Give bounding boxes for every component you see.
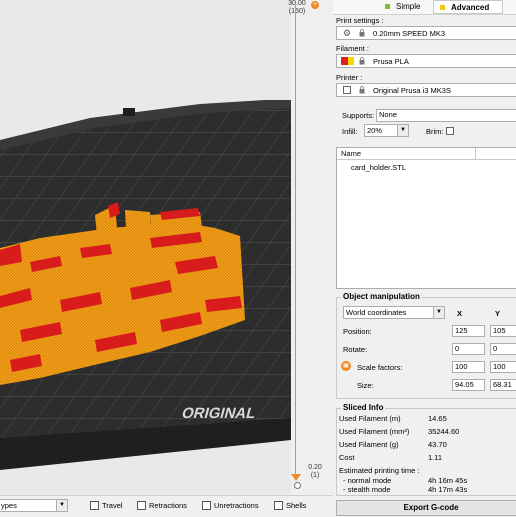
filament-g-value: 43.70 bbox=[428, 440, 447, 449]
size-y-input[interactable]: 68.31 bbox=[490, 379, 516, 391]
size-x-input[interactable]: 94.05 bbox=[452, 379, 485, 391]
retractions-checkbox[interactable] bbox=[137, 501, 146, 510]
retractions-label: Retractions bbox=[149, 501, 187, 510]
chevron-down-icon: ▼ bbox=[397, 125, 408, 136]
scale-y-input[interactable]: 100 bbox=[490, 361, 516, 373]
object-list-header: Name bbox=[337, 148, 516, 160]
object-manipulation-title: Object manipulation bbox=[341, 292, 422, 301]
infill-label: Infill: bbox=[342, 127, 358, 136]
position-label: Position: bbox=[343, 327, 372, 336]
export-gcode-button[interactable]: Export G-code bbox=[336, 500, 516, 516]
filament-g-label: Used Filament (g) bbox=[339, 440, 399, 449]
normal-mode-value: 4h 16m 45s bbox=[428, 476, 468, 485]
unretractions-label: Unretractions bbox=[214, 501, 259, 510]
cost-value: 1.11 bbox=[428, 453, 443, 462]
list-item[interactable]: card_holder.STL bbox=[351, 163, 406, 172]
rotate-x-input[interactable]: 0 bbox=[452, 343, 485, 355]
filament-color-swatch-2 bbox=[348, 57, 354, 65]
print-settings-combo[interactable]: ⚙ 0.20mm SPEED MK3 bbox=[336, 26, 516, 40]
lock-scale-icon[interactable]: ▣ bbox=[341, 361, 351, 371]
name-column-header[interactable]: Name bbox=[341, 149, 361, 158]
slider-top-value: 30.00 (150) bbox=[288, 0, 306, 15]
print-bed-scene: ORIGINAL bbox=[0, 100, 291, 470]
position-y-input[interactable]: 105 bbox=[490, 325, 516, 337]
shells-checkbox[interactable] bbox=[274, 501, 283, 510]
simple-mode-icon bbox=[385, 4, 390, 10]
one-layer-mode-icon[interactable] bbox=[294, 482, 301, 489]
unretractions-checkbox[interactable] bbox=[202, 501, 211, 510]
infill-select[interactable]: 20% ▼ bbox=[364, 124, 409, 137]
size-label: Size: bbox=[357, 381, 374, 390]
rotate-y-input[interactable]: 0 bbox=[490, 343, 516, 355]
slider-bottom-value: 0.20 (1) bbox=[308, 464, 322, 479]
scale-label: Scale factors: bbox=[357, 363, 403, 372]
supports-select[interactable]: None bbox=[376, 109, 516, 122]
filament-label: Filament : bbox=[336, 44, 369, 53]
position-x-input[interactable]: 125 bbox=[452, 325, 485, 337]
cost-label: Cost bbox=[339, 453, 355, 462]
gear-icon: ⚙ bbox=[343, 28, 352, 38]
filament-m-label: Used Filament (m) bbox=[339, 414, 401, 423]
stealth-mode-value: 4h 17m 43s bbox=[428, 485, 468, 494]
shells-label: Shells bbox=[286, 501, 307, 510]
x-column-header: X bbox=[457, 309, 463, 318]
lock-icon bbox=[359, 29, 365, 37]
coordinate-system-select[interactable]: World coordinates ▼ bbox=[343, 306, 445, 319]
filament-value: Prusa PLA bbox=[373, 57, 409, 66]
3d-viewport[interactable]: ORIGINAL bbox=[0, 0, 291, 495]
tab-simple[interactable]: Simple bbox=[385, 0, 420, 14]
scale-x-input[interactable]: 100 bbox=[452, 361, 485, 373]
column-divider bbox=[475, 148, 476, 159]
brim-label: Brim: bbox=[426, 127, 444, 136]
printer-value: Original Prusa i3 MK3S bbox=[373, 86, 451, 95]
print-settings-value: 0.20mm SPEED MK3 bbox=[373, 29, 446, 38]
add-color-change-icon[interactable]: + bbox=[311, 1, 319, 9]
advanced-mode-icon bbox=[440, 5, 445, 11]
filament-m-value: 14.65 bbox=[428, 414, 447, 423]
print-time-label: Estimated printing time : bbox=[339, 466, 420, 475]
printer-icon bbox=[343, 86, 351, 94]
settings-sidebar: Simple Advanced Print settings : ⚙ 0.20m… bbox=[333, 0, 516, 516]
printer-label: Printer : bbox=[336, 73, 363, 82]
preview-options-bar: ypes ▼ Travel Retractions Unretractions S… bbox=[0, 495, 333, 517]
chevron-down-icon: ▼ bbox=[56, 500, 67, 511]
filament-color-swatch[interactable] bbox=[341, 57, 348, 65]
printer-combo[interactable]: Original Prusa i3 MK3S bbox=[336, 83, 516, 97]
view-type-select[interactable]: ypes ▼ bbox=[0, 499, 68, 512]
brim-checkbox[interactable] bbox=[446, 127, 454, 135]
supports-label: Supports: bbox=[342, 111, 375, 120]
filament-mm3-label: Used Filament (mm³) bbox=[339, 427, 410, 436]
y-column-header: Y bbox=[495, 309, 501, 318]
filament-combo[interactable]: Prusa PLA bbox=[336, 54, 516, 68]
travel-label: Travel bbox=[102, 501, 123, 510]
bed-logo: ORIGINAL bbox=[180, 405, 258, 422]
print-settings-label: Print settings : bbox=[336, 16, 384, 25]
filament-mm3-value: 35244.60 bbox=[428, 427, 460, 436]
stealth-mode-label: - stealth mode bbox=[343, 485, 391, 494]
mode-tabs: Simple Advanced bbox=[333, 0, 516, 15]
chevron-down-icon: ▼ bbox=[433, 307, 444, 318]
layer-slider[interactable]: 30.00 (150) + 0.20 (1) bbox=[288, 0, 333, 495]
normal-mode-label: - normal mode bbox=[343, 476, 392, 485]
lock-icon bbox=[359, 86, 365, 94]
tab-advanced[interactable]: Advanced bbox=[433, 0, 503, 14]
lock-icon bbox=[359, 57, 365, 65]
lower-thumb-icon[interactable] bbox=[291, 474, 301, 481]
slider-track bbox=[295, 5, 296, 479]
sliced-info-title: Sliced Info bbox=[341, 403, 386, 412]
travel-checkbox[interactable] bbox=[90, 501, 99, 510]
object-list[interactable]: Name card_holder.STL bbox=[336, 147, 516, 289]
rotate-label: Rotate: bbox=[343, 345, 368, 354]
